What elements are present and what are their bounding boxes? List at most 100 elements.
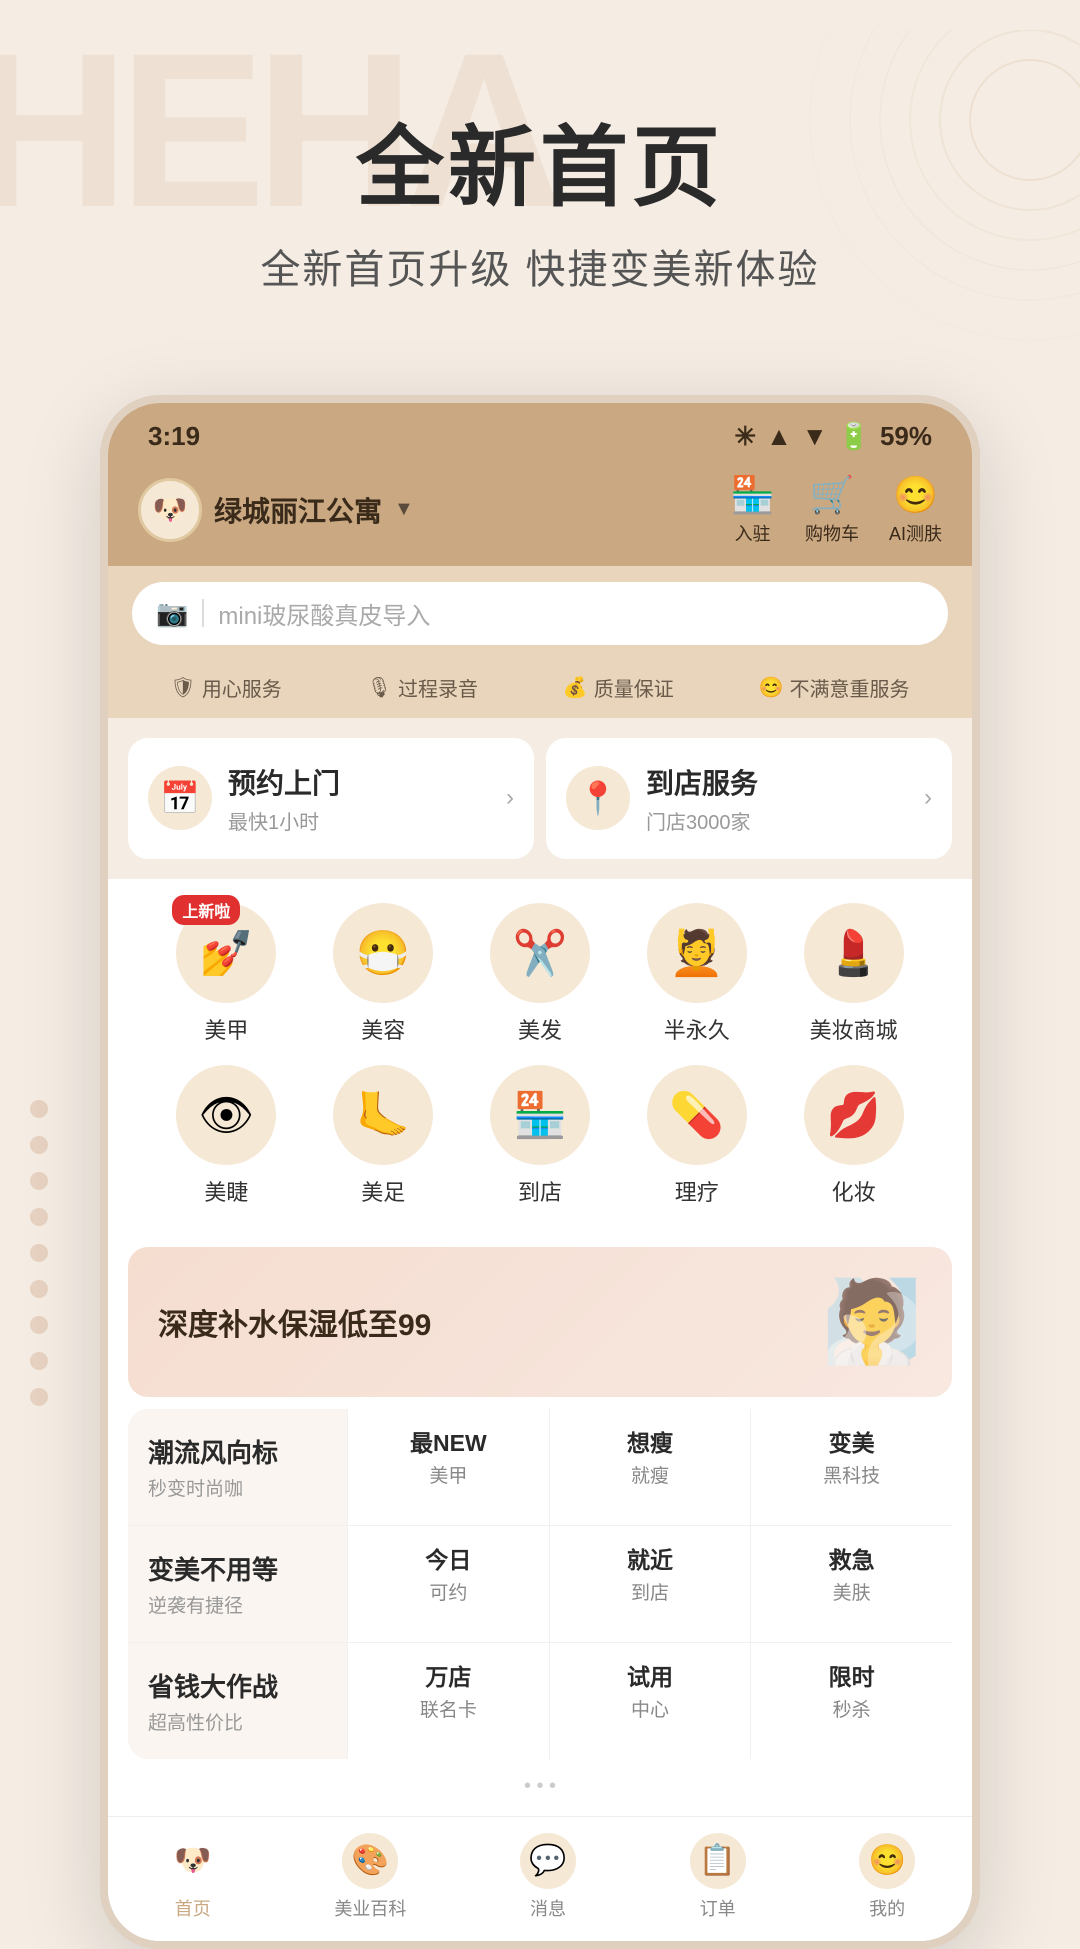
- qm-today-title: 今日: [425, 1546, 471, 1576]
- qm-tech-beauty-title: 变美: [829, 1429, 875, 1459]
- service-cards: 📅 预约上门 最快1小时 › 📍 到店服务 门店3000家 ›: [108, 718, 972, 879]
- store-service-sub: 门店3000家: [646, 806, 908, 835]
- qm-cobranded-title: 万店: [425, 1663, 471, 1693]
- home-nav-label: 首页: [175, 1895, 211, 1921]
- quick-menu-row-nowait: 变美不用等 逆袭有捷径 今日 可约 就近 到店 救急 美肤: [128, 1526, 952, 1643]
- redo-icon: 😊: [759, 675, 784, 700]
- signal-icon: ▲: [766, 421, 792, 452]
- service-card-home[interactable]: 📅 预约上门 最快1小时 ›: [128, 738, 534, 859]
- qm-item-urgent[interactable]: 救急 美肤: [751, 1526, 952, 1642]
- qm-cat-trend-sub: 秒变时尚咖: [148, 1474, 327, 1501]
- tags-row: 🛡 用心服务 🎙 过程录音 💰 质量保证 😊 不满意重服务: [108, 661, 972, 718]
- semi-icon-wrap: 💆: [647, 903, 747, 1003]
- nav-mine[interactable]: 😊 我的: [859, 1833, 915, 1921]
- category-lash[interactable]: 👁 美睫: [148, 1065, 305, 1207]
- category-beauty[interactable]: 😷 美容: [305, 903, 462, 1045]
- location-area[interactable]: 🐶 绿城丽江公寓 ▼: [138, 478, 710, 542]
- category-store-visit[interactable]: 🏪 到店: [462, 1065, 619, 1207]
- makeup-label: 化妆: [832, 1175, 876, 1207]
- wiki-nav-icon: 🎨: [342, 1833, 398, 1889]
- qm-nearby-title: 就近: [627, 1546, 673, 1576]
- store-service-arrow: ›: [924, 784, 932, 812]
- category-grid: 💅 上新啦 美甲 😷 美容 ✂️ 美发: [138, 903, 942, 1207]
- service-card-store[interactable]: 📍 到店服务 门店3000家 ›: [546, 738, 952, 859]
- status-time: 3:19: [148, 421, 200, 452]
- qm-trial-sub: 中心: [631, 1699, 669, 1724]
- category-pedicure[interactable]: 🦶 美足: [305, 1065, 462, 1207]
- qm-item-nearby[interactable]: 就近 到店: [550, 1526, 752, 1642]
- home-service-sub: 最快1小时: [228, 806, 490, 835]
- order-nav-icon: 📋: [690, 1833, 746, 1889]
- status-bar: 3:19 ✳ ▲ ▼ 🔋 59%: [108, 403, 972, 464]
- ai-icon: 😊: [893, 474, 938, 516]
- store-service-icon: 📍: [566, 766, 630, 830]
- store-visit-icon-wrap: 🏪: [490, 1065, 590, 1165]
- qm-item-trial[interactable]: 试用 中心: [550, 1643, 752, 1759]
- redo-text: 不满意重服务: [790, 673, 910, 702]
- nav-wiki[interactable]: 🎨 美业百科: [334, 1833, 406, 1921]
- battery-percent: 59%: [880, 421, 932, 452]
- therapy-icon-circle: 💊: [647, 1065, 747, 1165]
- hair-label: 美发: [518, 1013, 562, 1045]
- header-icon-ai[interactable]: 😊 AI测肤: [889, 474, 942, 546]
- qm-today-sub: 可约: [429, 1582, 467, 1607]
- quick-menu-row-trend: 潮流风向标 秒变时尚咖 最NEW 美甲 想瘦 就瘦 变美 黑科技: [128, 1409, 952, 1526]
- category-semi[interactable]: 💆 半永久: [618, 903, 775, 1045]
- qm-item-tech-beauty[interactable]: 变美 黑科技: [751, 1409, 952, 1525]
- qm-cat-nowait-sub: 逆袭有捷径: [148, 1591, 327, 1618]
- beauty-icon-wrap: 😷: [333, 903, 433, 1003]
- home-service-arrow: ›: [506, 784, 514, 812]
- main-title: 全新首页: [40, 120, 1040, 217]
- search-section: 📷 mini玻尿酸真皮导入: [108, 566, 972, 661]
- ai-label: AI测肤: [889, 520, 942, 546]
- home-service-info: 预约上门 最快1小时: [228, 762, 490, 835]
- header-icons: 🏪 入驻 🛒 购物车 😊 AI测肤: [730, 474, 942, 546]
- category-therapy[interactable]: 💊 理疗: [618, 1065, 775, 1207]
- lash-label: 美睫: [204, 1175, 248, 1207]
- recording-icon: 🎙: [367, 675, 392, 700]
- register-label: 入驻: [735, 520, 771, 546]
- qm-item-today[interactable]: 今日 可约: [348, 1526, 550, 1642]
- bottom-nav: 🐶 首页 🎨 美业百科 💬 消息 📋 订单 😊 我的: [108, 1816, 972, 1941]
- qm-item-cobranded[interactable]: 万店 联名卡: [348, 1643, 550, 1759]
- nav-order[interactable]: 📋 订单: [690, 1833, 746, 1921]
- category-makeup[interactable]: 💋 化妆: [775, 1065, 932, 1207]
- promotion-banner[interactable]: 深度补水保湿低至99 🧖: [128, 1247, 952, 1397]
- search-bar[interactable]: 📷 mini玻尿酸真皮导入: [132, 582, 948, 645]
- location-text: 绿城丽江公寓: [214, 490, 382, 530]
- qm-nearby-sub: 到店: [631, 1582, 669, 1607]
- category-nail[interactable]: 💅 上新啦 美甲: [148, 903, 305, 1045]
- header-icon-register[interactable]: 🏪 入驻: [730, 474, 775, 546]
- qm-item-newest-nail[interactable]: 最NEW 美甲: [348, 1409, 550, 1525]
- header-icon-cart[interactable]: 🛒 购物车: [805, 474, 859, 546]
- qm-item-flash[interactable]: 限时 秒杀: [751, 1643, 952, 1759]
- sub-title: 全新首页升级 快捷变美新体验: [40, 237, 1040, 295]
- more-content-hint: • • •: [108, 1759, 972, 1806]
- store-visit-label: 到店: [518, 1175, 562, 1207]
- category-hair[interactable]: ✂️ 美发: [462, 903, 619, 1045]
- dropdown-icon: ▼: [394, 498, 414, 521]
- search-icon: 📷: [156, 598, 188, 629]
- message-nav-icon: 💬: [520, 1833, 576, 1889]
- nav-home[interactable]: 🐶 首页: [165, 1833, 221, 1921]
- nav-message[interactable]: 💬 消息: [520, 1833, 576, 1921]
- category-makeup-shop[interactable]: 💄 美妆商城: [775, 903, 932, 1045]
- qm-items-save: 万店 联名卡 试用 中心 限时 秒杀: [348, 1643, 952, 1759]
- makeup-shop-icon-wrap: 💄: [804, 903, 904, 1003]
- store-service-info: 到店服务 门店3000家: [646, 762, 908, 835]
- home-service-icon: 📅: [148, 766, 212, 830]
- avatar: 🐶: [138, 478, 202, 542]
- qm-item-lose-weight[interactable]: 想瘦 就瘦: [550, 1409, 752, 1525]
- hair-icon-circle: ✂️: [490, 903, 590, 1003]
- tag-redo: 😊 不满意重服务: [759, 673, 910, 702]
- qm-cat-trend: 潮流风向标 秒变时尚咖: [128, 1409, 348, 1525]
- makeup-icon-wrap: 💋: [804, 1065, 904, 1165]
- search-placeholder-text: mini玻尿酸真皮导入: [218, 596, 430, 631]
- home-service-name: 预约上门: [228, 762, 490, 802]
- heartful-icon: 🛡: [170, 675, 195, 700]
- quick-menu: 潮流风向标 秒变时尚咖 最NEW 美甲 想瘦 就瘦 变美 黑科技: [128, 1409, 952, 1759]
- qm-cat-nowait-title: 变美不用等: [148, 1550, 327, 1587]
- tag-recording: 🎙 过程录音: [367, 673, 478, 702]
- cart-icon: 🛒: [810, 474, 855, 516]
- therapy-label: 理疗: [675, 1175, 719, 1207]
